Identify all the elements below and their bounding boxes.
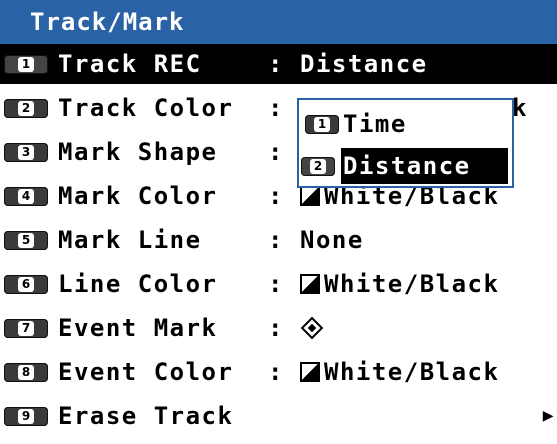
menu-item-label: Event Color — [58, 358, 234, 386]
number-1-key-icon: 1 — [305, 115, 339, 134]
number-3-key-icon: 3 — [4, 143, 48, 162]
menu-item-label: Line Color — [58, 270, 218, 298]
popup-option-time[interactable]: 1 Time — [303, 106, 508, 142]
color-swatch-icon — [300, 274, 320, 294]
menu-item-event-color[interactable]: 8 Event Color : White/Black — [0, 352, 557, 392]
popup-option-distance[interactable]: 2 Distance — [301, 148, 508, 184]
menu-item-line-color[interactable]: 6 Line Color : White/Black — [0, 264, 557, 304]
separator-colon: : — [268, 270, 284, 298]
menu-item-label: Erase Track — [58, 402, 234, 430]
number-4-key-icon: 4 — [4, 187, 48, 206]
menu-item-event-mark[interactable]: 7 Event Mark : — [0, 308, 557, 348]
separator-colon: : — [268, 138, 284, 166]
menu-item-value: k — [512, 94, 528, 122]
menu-item-label: Track REC — [58, 50, 202, 78]
menu-item-label: Mark Shape — [58, 138, 218, 166]
menu-item-value — [300, 308, 324, 348]
menu-item-mark-line[interactable]: 5 Mark Line : None — [0, 220, 557, 260]
color-swatch-icon — [300, 186, 320, 206]
menu-item-value: Distance — [300, 50, 428, 78]
menu-item-label: Track Color — [58, 94, 234, 122]
separator-colon: : — [268, 50, 284, 78]
separator-colon: : — [268, 94, 284, 122]
popup-option-label: Time — [343, 110, 407, 138]
menu-title: Track/Mark — [0, 0, 557, 44]
number-2-key-icon: 2 — [301, 157, 335, 176]
color-swatch-icon — [300, 362, 320, 382]
menu-item-track-rec[interactable]: 1 Track REC : Distance — [0, 44, 557, 84]
menu-item-label: Mark Line — [58, 226, 202, 254]
number-2-key-icon: 2 — [4, 99, 48, 118]
arrow-right-icon: ▶ — [542, 408, 555, 424]
menu-item-label: Mark Color — [58, 182, 218, 210]
number-6-key-icon: 6 — [4, 275, 48, 294]
number-9-key-icon: 9 — [4, 407, 48, 426]
separator-colon: : — [268, 226, 284, 254]
number-5-key-icon: 5 — [4, 231, 48, 250]
diamond-icon — [300, 316, 324, 340]
menu-item-label: Event Mark — [58, 314, 218, 342]
popup-option-label: Distance — [343, 152, 471, 180]
separator-colon: : — [268, 182, 284, 210]
separator-colon: : — [268, 314, 284, 342]
menu-item-value: White/Black — [300, 352, 499, 392]
track-rec-options-popup: 1 Time 2 Distance — [297, 98, 514, 188]
number-8-key-icon: 8 — [4, 363, 48, 382]
track-mark-screen: Track/Mark 1 Track REC : Distance 2 Trac… — [0, 0, 557, 444]
number-7-key-icon: 7 — [4, 319, 48, 338]
menu-item-value: None — [300, 226, 364, 254]
menu-item-value: White/Black — [300, 264, 499, 304]
menu-item-erase-track[interactable]: 9 Erase Track ▶ — [0, 396, 557, 436]
number-1-key-icon: 1 — [4, 55, 48, 74]
separator-colon: : — [268, 358, 284, 386]
